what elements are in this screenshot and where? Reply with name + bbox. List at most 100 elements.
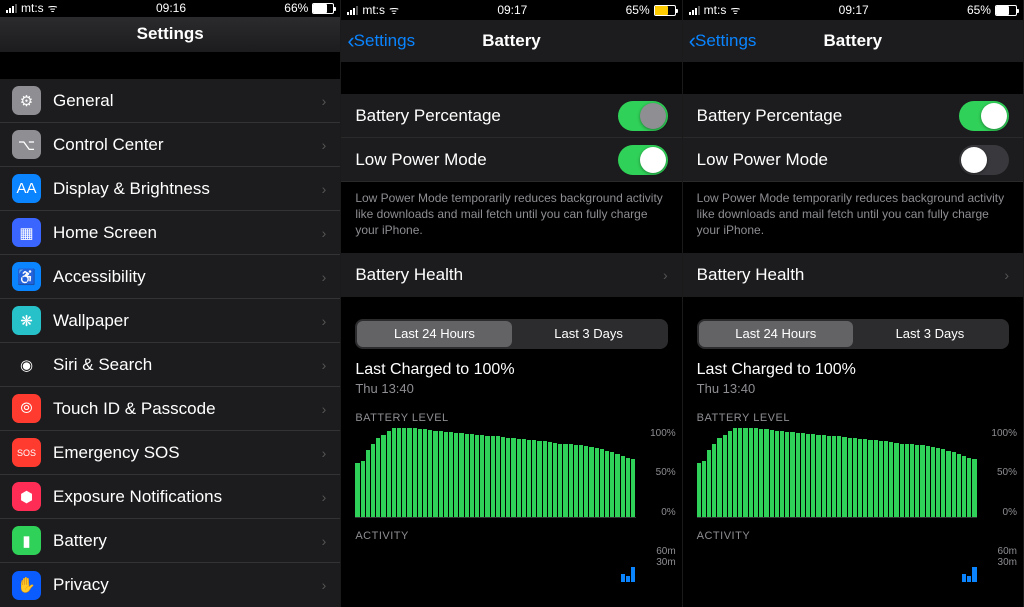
- screen-settings: mt:s ᯤ 09:16 66% Settings ⚙General›⌥Cont…: [0, 0, 341, 607]
- chevron-right-icon: ›: [322, 401, 327, 417]
- battery-level-label: BATTERY LEVEL: [683, 406, 1023, 428]
- back-button[interactable]: ‹ Settings: [347, 20, 415, 62]
- row-label: Wallpaper: [53, 311, 322, 331]
- row-label: Battery Health: [697, 265, 1005, 285]
- chevron-right-icon: ›: [322, 445, 327, 461]
- row-label: Battery: [53, 531, 322, 551]
- activity-chart: 60m 30m: [683, 546, 1023, 582]
- low-power-description: Low Power Mode temporarily reduces backg…: [341, 182, 681, 253]
- spacer: [0, 52, 340, 79]
- chevron-right-icon: ›: [322, 181, 327, 197]
- row-low-power-mode: Low Power Mode: [683, 138, 1023, 182]
- nav-header: ‹ Settings Battery: [683, 20, 1023, 62]
- row-label: Display & Brightness: [53, 179, 322, 199]
- row-label: Battery Percentage: [355, 106, 617, 126]
- battery-toggle-group: Battery Percentage Low Power Mode: [683, 94, 1023, 182]
- battery-level-chart: 100% 50% 0%: [341, 428, 681, 518]
- chart-y-axis: 100% 50% 0%: [977, 428, 1017, 518]
- row-label: Accessibility: [53, 267, 322, 287]
- page-title: Battery: [824, 31, 883, 51]
- row-label: Privacy: [53, 575, 322, 595]
- general-icon: ⚙: [12, 86, 41, 115]
- settings-row-touch-id-passcode[interactable]: ⦾Touch ID & Passcode›: [0, 387, 340, 431]
- settings-row-home-screen[interactable]: ▦ Home Screen›: [0, 211, 340, 255]
- wallpaper-icon: ❋: [12, 306, 41, 335]
- settings-list: ⚙General›⌥Control Center›AADisplay & Bri…: [0, 79, 340, 607]
- chevron-right-icon: ›: [322, 357, 327, 373]
- battery-pct-label: 65%: [626, 3, 650, 17]
- signal-icon: [347, 5, 358, 15]
- row-label: Siri & Search: [53, 355, 322, 375]
- battery-level-chart: 100% 50% 0%: [683, 428, 1023, 518]
- row-label: Low Power Mode: [697, 150, 959, 170]
- time-range-segmented: Last 24 Hours Last 3 Days: [697, 319, 1009, 349]
- chevron-right-icon: ›: [322, 93, 327, 109]
- last-charged-time: Thu 13:40: [697, 381, 1009, 396]
- home-screen-icon: ▦: [12, 218, 41, 247]
- row-battery-health[interactable]: Battery Health ›: [683, 253, 1023, 297]
- row-label: Battery Percentage: [697, 106, 959, 126]
- seg-last-3-days[interactable]: Last 3 Days: [512, 321, 666, 347]
- chevron-right-icon: ›: [322, 577, 327, 593]
- row-label: Battery Health: [355, 265, 663, 285]
- emergency-sos-icon: SOS: [12, 438, 41, 467]
- settings-row-control-center[interactable]: ⌥ Control Center›: [0, 123, 340, 167]
- status-bar: mt:s ᯤ 09:16 66%: [0, 0, 340, 17]
- accessibility-icon: ♿: [12, 262, 41, 291]
- seg-last-3-days[interactable]: Last 3 Days: [853, 321, 1007, 347]
- settings-row-wallpaper[interactable]: ❋ Wallpaper›: [0, 299, 340, 343]
- control-center-icon: ⌥: [12, 130, 41, 159]
- settings-row-accessibility[interactable]: ♿ Accessibility›: [0, 255, 340, 299]
- toggle-battery-percentage[interactable]: [959, 101, 1009, 131]
- seg-last-24-hours[interactable]: Last 24 Hours: [357, 321, 511, 347]
- settings-row-battery[interactable]: ▮ Battery›: [0, 519, 340, 563]
- chevron-right-icon: ›: [663, 267, 668, 283]
- chart-y-axis: 100% 50% 0%: [636, 428, 676, 518]
- status-bar: mt:s ᯤ 09:17 65%: [341, 0, 681, 20]
- row-label: Touch ID & Passcode: [53, 399, 322, 419]
- row-battery-health[interactable]: Battery Health ›: [341, 253, 681, 297]
- chevron-right-icon: ›: [1004, 267, 1009, 283]
- settings-row-emergency-sos[interactable]: SOSEmergency SOS›: [0, 431, 340, 475]
- clock: 09:17: [497, 3, 527, 17]
- wifi-icon: ᯤ: [389, 3, 399, 18]
- page-title: Settings: [137, 24, 204, 44]
- page-title: Battery: [482, 31, 541, 51]
- row-battery-percentage: Battery Percentage: [683, 94, 1023, 138]
- row-label: General: [53, 91, 322, 111]
- row-label: Control Center: [53, 135, 322, 155]
- row-label: Low Power Mode: [355, 150, 617, 170]
- seg-last-24-hours[interactable]: Last 24 Hours: [699, 321, 853, 347]
- chevron-right-icon: ›: [322, 313, 327, 329]
- battery-pct-label: 65%: [967, 3, 991, 17]
- settings-row-general[interactable]: ⚙ General›: [0, 79, 340, 123]
- chevron-right-icon: ›: [322, 533, 327, 549]
- battery-toggle-group: Battery Percentage Low Power Mode: [341, 94, 681, 182]
- clock: 09:17: [839, 3, 869, 17]
- spacer: [683, 62, 1023, 94]
- settings-row-siri-search[interactable]: ◉Siri & Search›: [0, 343, 340, 387]
- chevron-right-icon: ›: [322, 225, 327, 241]
- signal-icon: [689, 5, 700, 15]
- settings-row-privacy[interactable]: ✋Privacy›: [0, 563, 340, 607]
- activity-chart: 60m 30m: [341, 546, 681, 582]
- back-button[interactable]: ‹ Settings: [689, 20, 757, 62]
- toggle-low-power-mode[interactable]: [959, 145, 1009, 175]
- spacer: [341, 62, 681, 94]
- settings-row-display-brightness[interactable]: AA Display & Brightness›: [0, 167, 340, 211]
- toggle-battery-percentage[interactable]: [618, 101, 668, 131]
- chevron-right-icon: ›: [322, 137, 327, 153]
- settings-row-exposure-notifications[interactable]: ⬢Exposure Notifications›: [0, 475, 340, 519]
- battery-icon: ▮: [12, 526, 41, 555]
- carrier-label: mt:s: [21, 1, 44, 15]
- battery-icon: [995, 5, 1017, 16]
- exposure-notifications-icon: ⬢: [12, 482, 41, 511]
- display-brightness-icon: AA: [12, 174, 41, 203]
- screen-battery-lowpower-off: mt:s ᯤ 09:17 65% ‹ Settings Battery Batt…: [683, 0, 1024, 607]
- chevron-right-icon: ›: [322, 269, 327, 285]
- wifi-icon: ᯤ: [730, 3, 740, 18]
- row-label: Home Screen: [53, 223, 322, 243]
- toggle-low-power-mode[interactable]: [618, 145, 668, 175]
- last-charged-title: Last Charged to 100%: [355, 361, 667, 379]
- nav-header: ‹ Settings Battery: [341, 20, 681, 62]
